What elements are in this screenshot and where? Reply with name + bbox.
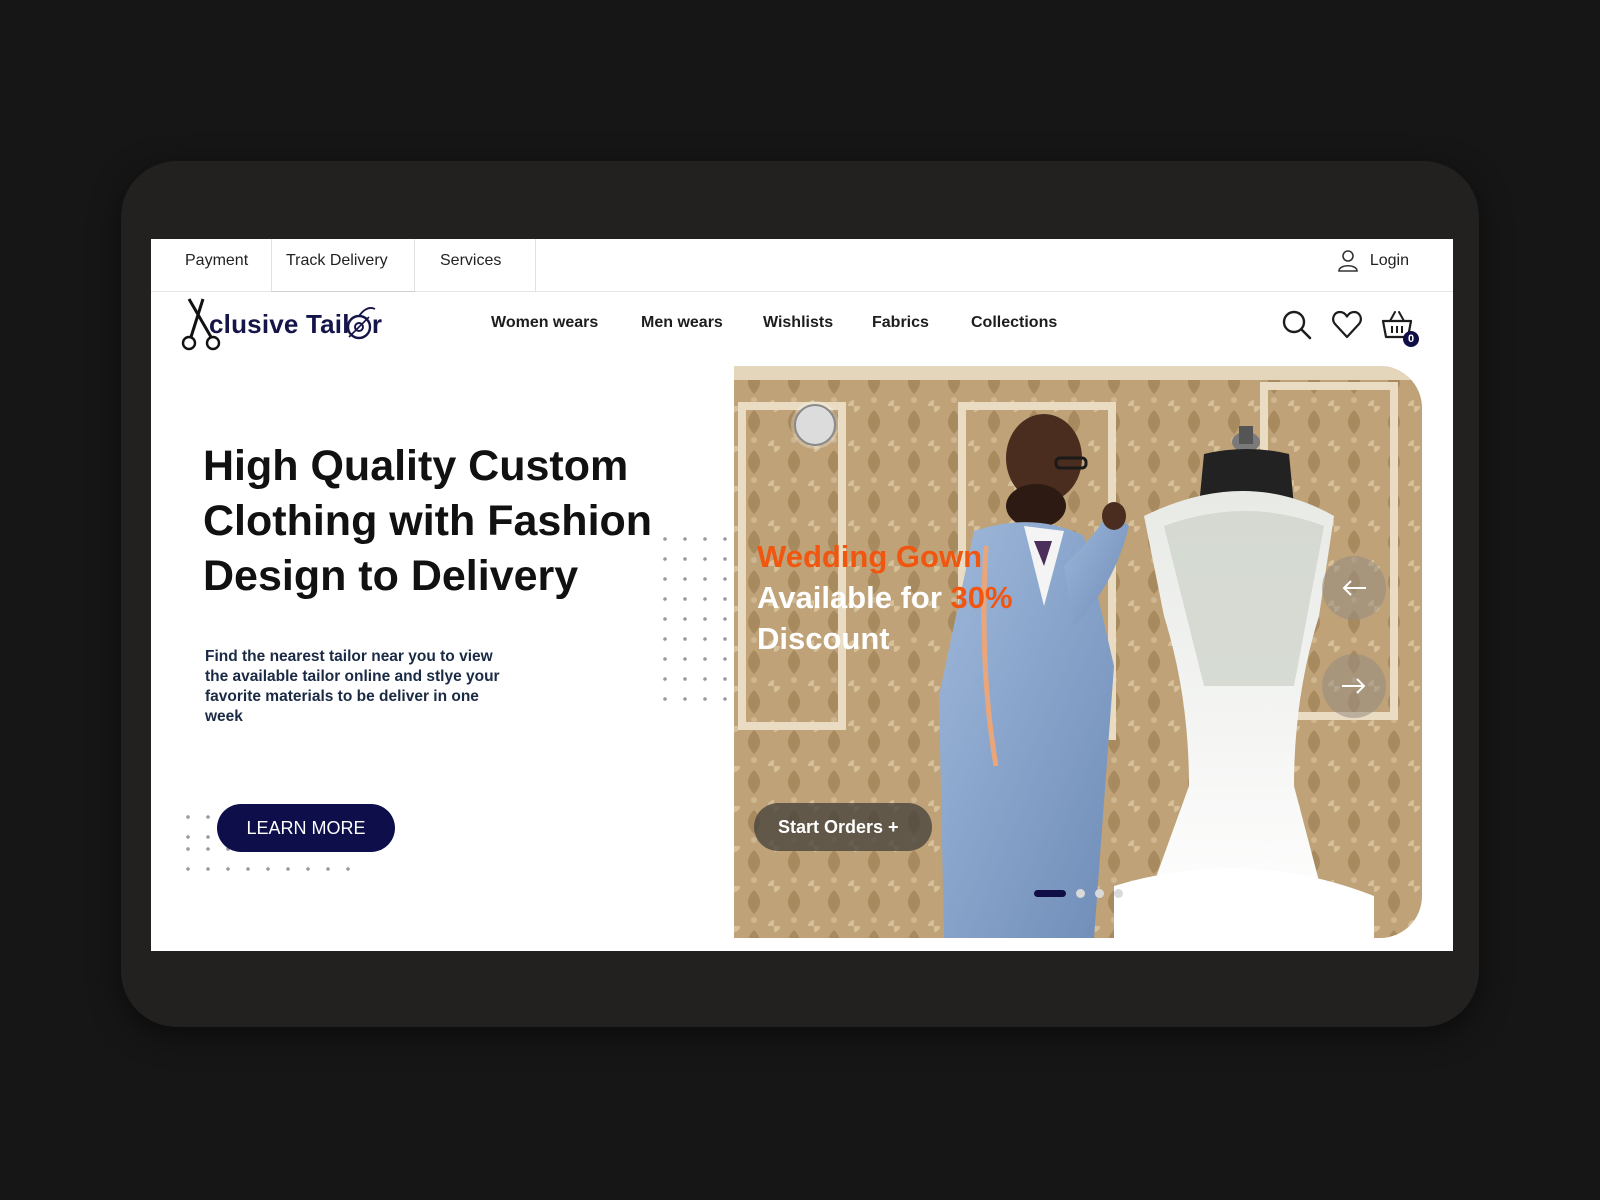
learn-more-button[interactable]: LEARN MORE bbox=[217, 804, 395, 852]
page-indicator[interactable] bbox=[1114, 889, 1123, 898]
search-icon bbox=[1282, 310, 1312, 340]
slide-title: Wedding Gown Available for 30% Discount bbox=[757, 536, 1087, 659]
cart-count-badge: 0 bbox=[1403, 331, 1419, 347]
slide-indicator[interactable] bbox=[794, 404, 836, 446]
user-icon bbox=[1338, 250, 1358, 272]
main-nav: Women wears Men wears Wishlists Fabrics … bbox=[151, 314, 1453, 336]
slide-prev-button[interactable] bbox=[1322, 556, 1386, 620]
nav-fabrics[interactable]: Fabrics bbox=[872, 314, 929, 332]
login-label: Login bbox=[1369, 252, 1409, 269]
wishlist-button[interactable] bbox=[1331, 309, 1363, 341]
nav-wishlists[interactable]: Wishlists bbox=[763, 314, 833, 332]
arrow-left-icon bbox=[1342, 580, 1366, 596]
nav-men-wears[interactable]: Men wears bbox=[641, 314, 723, 332]
search-button[interactable] bbox=[1281, 309, 1313, 341]
nav-collections[interactable]: Collections bbox=[971, 314, 1057, 332]
discount-percent: 30% bbox=[950, 580, 1013, 615]
header-actions: 0 bbox=[1281, 309, 1419, 347]
arrow-right-icon bbox=[1342, 678, 1366, 694]
cart-button[interactable]: 0 bbox=[1381, 309, 1419, 347]
payment-link[interactable]: Payment bbox=[171, 239, 262, 292]
track-delivery-link[interactable]: Track Delivery bbox=[271, 239, 415, 292]
login-button[interactable]: Login bbox=[1338, 239, 1409, 283]
page-indicator[interactable] bbox=[1076, 889, 1085, 898]
promo-slide: Wedding Gown Available for 30% Discount … bbox=[734, 366, 1422, 938]
start-orders-button[interactable]: Start Orders + bbox=[754, 803, 932, 851]
slide-title-line: Available for bbox=[757, 580, 951, 615]
services-link[interactable]: Services bbox=[416, 239, 536, 292]
slide-title-highlight: Wedding Gown bbox=[757, 539, 983, 574]
nav-women-wears[interactable]: Women wears bbox=[491, 314, 598, 332]
heart-icon bbox=[1332, 310, 1362, 339]
slide-title-line: Discount bbox=[757, 621, 890, 656]
page-indicator[interactable] bbox=[1095, 889, 1104, 898]
hero-headline: High Quality Custom Clothing with Fashio… bbox=[203, 442, 653, 600]
website-screen: Payment Track Delivery Services Login cl… bbox=[151, 239, 1453, 951]
hero-description: Find the nearest tailor near you to view… bbox=[205, 648, 500, 725]
dot-pattern-decoration bbox=[655, 529, 735, 709]
page-indicator-active[interactable] bbox=[1034, 890, 1066, 897]
slide-next-button[interactable] bbox=[1322, 654, 1386, 718]
utility-bar: Payment Track Delivery Services Login bbox=[151, 239, 1453, 292]
slide-pagination bbox=[1034, 889, 1123, 898]
